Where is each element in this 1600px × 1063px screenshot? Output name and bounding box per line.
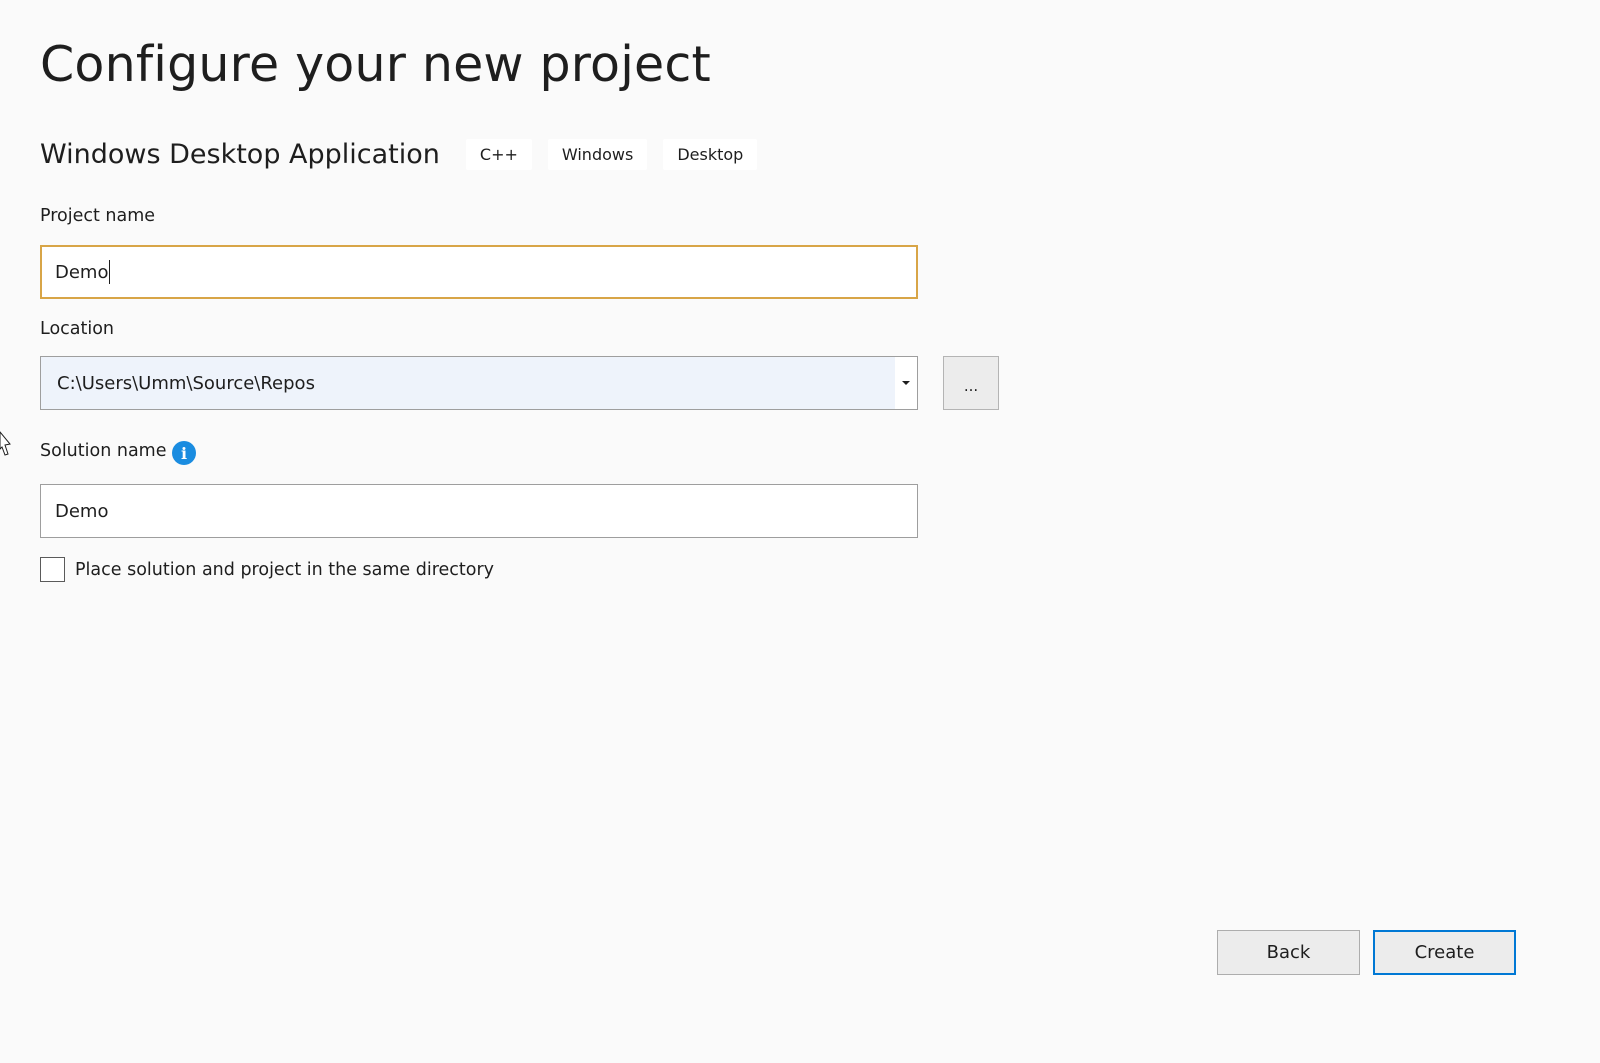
- info-icon[interactable]: i: [172, 441, 196, 465]
- location-label: Location: [40, 319, 115, 339]
- template-name: Windows Desktop Application: [40, 138, 440, 170]
- same-directory-checkbox[interactable]: [40, 557, 65, 582]
- mouse-pointer-icon: [0, 431, 11, 456]
- location-value: C:\Users\Umm\Source\Repos: [57, 372, 315, 394]
- tag-language: C++: [465, 138, 532, 170]
- chevron-down-icon[interactable]: [895, 357, 917, 409]
- tag-platform: Windows: [547, 138, 648, 170]
- page-title: Configure your new project: [40, 36, 711, 93]
- tag-project-type: Desktop: [663, 138, 758, 170]
- browse-button[interactable]: ...: [943, 356, 999, 410]
- project-name-label: Project name: [40, 206, 156, 226]
- solution-name-label: Solution name: [40, 441, 167, 461]
- create-button[interactable]: Create: [1373, 930, 1516, 975]
- back-button[interactable]: Back: [1217, 930, 1360, 975]
- solution-name-input[interactable]: Demo: [40, 484, 918, 538]
- template-header: Windows Desktop Application C++ Windows …: [40, 134, 773, 174]
- project-name-input[interactable]: Demo: [40, 245, 918, 299]
- project-name-value: Demo: [55, 261, 109, 283]
- solution-name-value: Demo: [55, 500, 109, 522]
- text-caret: [109, 260, 111, 284]
- location-combobox[interactable]: C:\Users\Umm\Source\Repos: [40, 356, 918, 410]
- same-directory-label[interactable]: Place solution and project in the same d…: [75, 560, 494, 580]
